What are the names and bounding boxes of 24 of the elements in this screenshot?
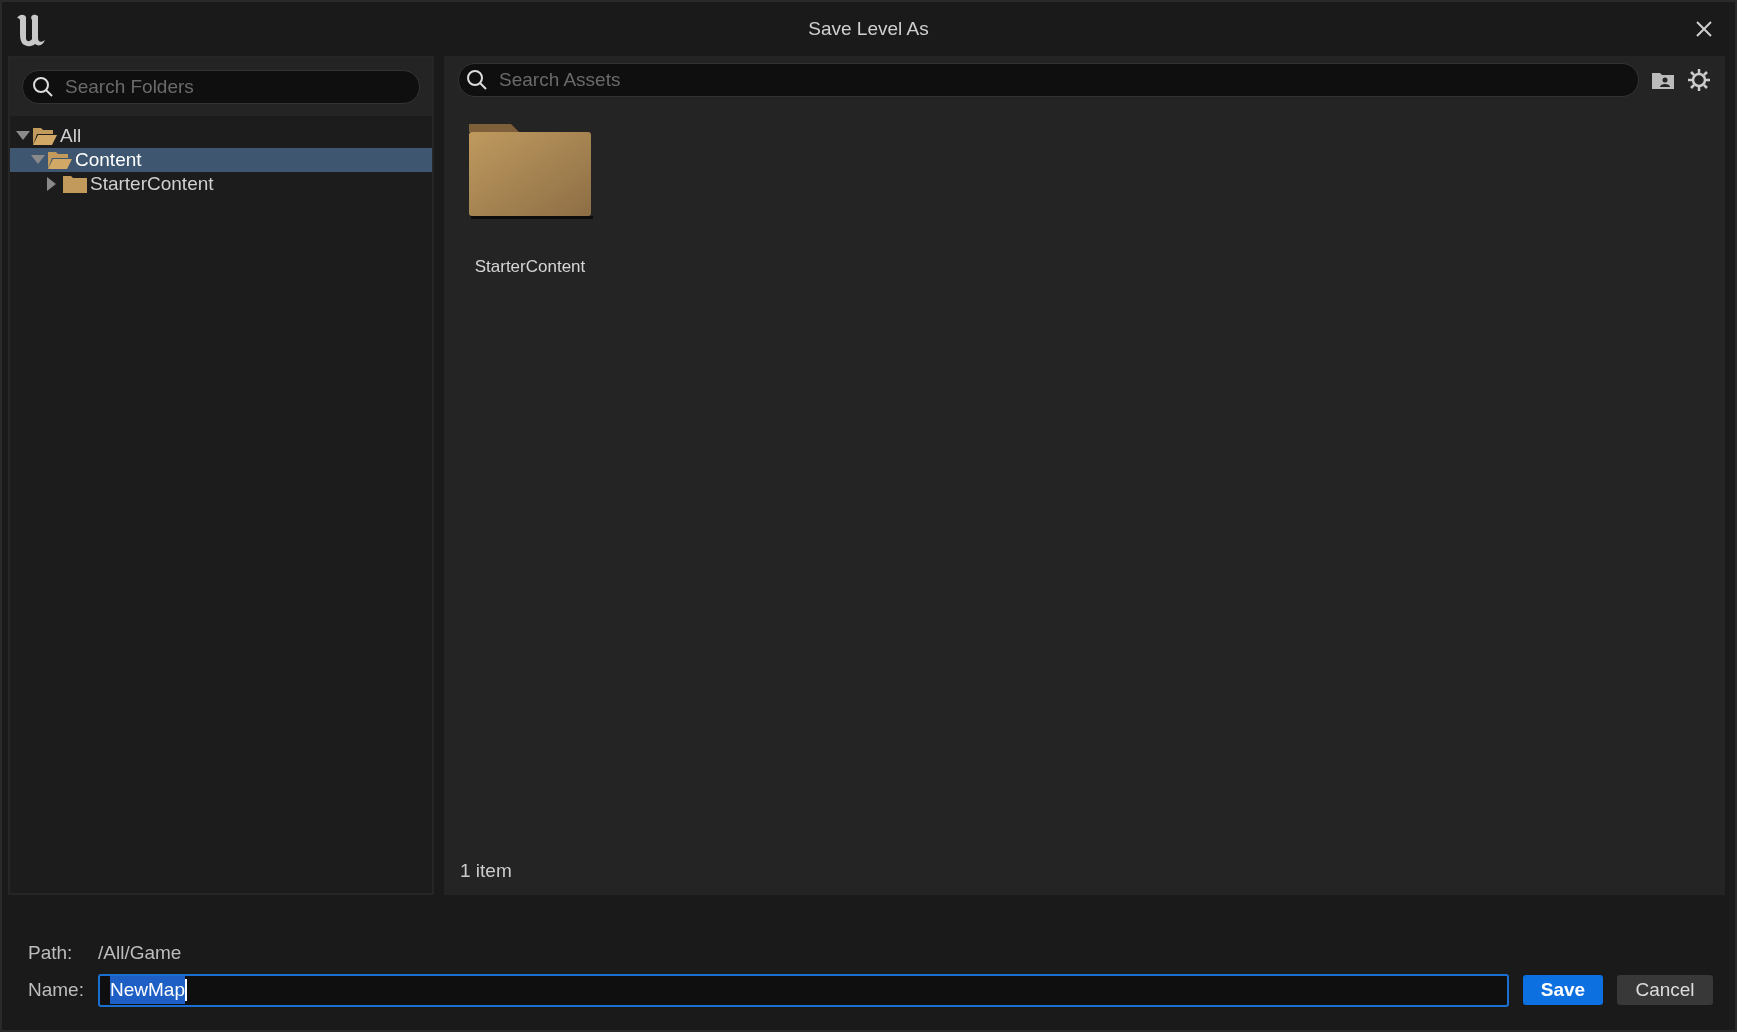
folder-icon[interactable] xyxy=(467,122,593,220)
asset-label: StarterContent xyxy=(474,256,586,278)
tree-item[interactable]: Content xyxy=(10,148,432,172)
tree-item-label: Content xyxy=(75,147,142,172)
path-value: /All/Game xyxy=(98,941,182,965)
folder-search-field[interactable]: Search Folders xyxy=(22,70,420,104)
folder-icon xyxy=(62,174,88,194)
search-icon xyxy=(466,69,488,91)
window-title: Save Level As xyxy=(808,16,929,41)
name-label: Name: xyxy=(28,977,85,1002)
cancel-button[interactable]: Cancel xyxy=(1617,975,1713,1005)
settings-icon[interactable] xyxy=(1687,68,1711,92)
tree-item-label: StarterContent xyxy=(90,171,214,196)
item-count: 1 item xyxy=(459,858,513,883)
search-icon xyxy=(32,76,54,98)
path-label: Path: xyxy=(28,941,74,965)
tree-item-label: All xyxy=(60,123,82,148)
name-field[interactable]: NewMap xyxy=(98,973,1509,1007)
tree-item[interactable]: All xyxy=(10,124,432,148)
open-folder-icon xyxy=(32,126,58,146)
save-button[interactable]: Save xyxy=(1523,975,1603,1005)
open-folder-icon xyxy=(47,150,73,170)
asset-search-field[interactable]: Search Assets xyxy=(458,63,1639,97)
tree-item[interactable]: StarterContent xyxy=(10,172,432,196)
